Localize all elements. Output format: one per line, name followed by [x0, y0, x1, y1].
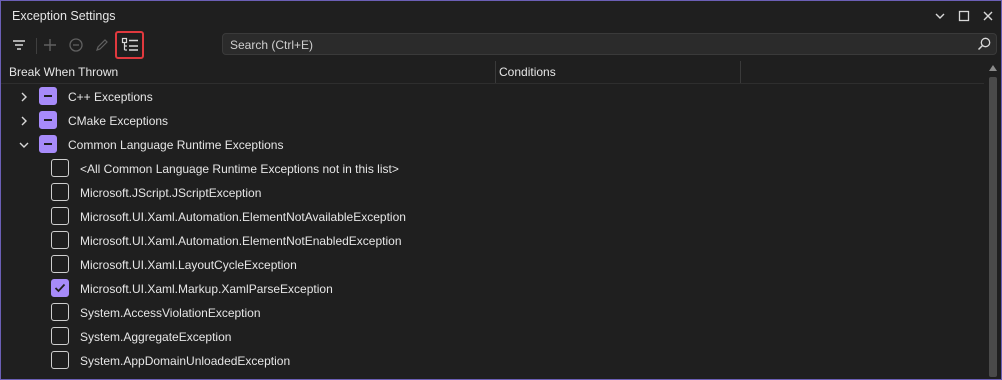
exception-label: Microsoft.UI.Xaml.LayoutCycleException: [80, 258, 297, 272]
column-header: Break When Thrown Conditions: [1, 61, 984, 84]
search-icon[interactable]: [977, 37, 991, 51]
checkmark-icon: [54, 283, 65, 292]
exception-label: <All Common Language Runtime Exceptions …: [80, 162, 399, 176]
exception-checkbox[interactable]: [51, 231, 69, 249]
exception-label: System.AggregateException: [80, 330, 232, 344]
chevron-right-icon[interactable]: [18, 91, 30, 103]
exception-checkbox[interactable]: [51, 303, 69, 321]
exception-checkbox[interactable]: [51, 351, 69, 369]
exception-label: Common Language Runtime Exceptions: [68, 138, 284, 152]
exception-label: Microsoft.UI.Xaml.Markup.XamlParseExcept…: [80, 282, 333, 296]
exception-checkbox[interactable]: [51, 207, 69, 225]
show-only-enabled-icon[interactable]: [115, 31, 144, 59]
column-break-when-thrown[interactable]: Break When Thrown: [9, 65, 118, 79]
exception-label: Microsoft.UI.Xaml.Automation.ElementNotA…: [80, 210, 406, 224]
tree-row[interactable]: Microsoft.UI.Xaml.LayoutCycleException: [1, 253, 984, 277]
exception-label: Microsoft.JScript.JScriptException: [80, 186, 262, 200]
tree-row[interactable]: Microsoft.UI.Xaml.Automation.ElementNotA…: [1, 205, 984, 229]
chevron-down-icon[interactable]: [18, 139, 30, 151]
column-divider[interactable]: [740, 61, 741, 83]
tree-row[interactable]: Microsoft.JScript.JScriptException: [1, 181, 984, 205]
scrollbar-thumb[interactable]: [989, 77, 997, 377]
close-icon[interactable]: [980, 8, 996, 24]
edit-icon[interactable]: [91, 34, 113, 56]
search-input[interactable]: Search (Ctrl+E): [222, 33, 997, 55]
dropdown-chevron-icon[interactable]: [932, 8, 948, 24]
exception-label: System.AccessViolationException: [80, 306, 261, 320]
exception-checkbox[interactable]: [51, 255, 69, 273]
tree-row[interactable]: <All Common Language Runtime Exceptions …: [1, 157, 984, 181]
chevron-right-icon[interactable]: [18, 115, 30, 127]
filter-icon[interactable]: [8, 34, 30, 56]
vertical-scrollbar[interactable]: [985, 61, 1001, 379]
exception-checkbox[interactable]: [39, 111, 57, 129]
exception-checkbox[interactable]: [39, 87, 57, 105]
maximize-icon[interactable]: [956, 8, 972, 24]
tree-row[interactable]: C++ Exceptions: [1, 85, 984, 109]
exception-label: System.AppDomainUnloadedException: [80, 354, 291, 368]
window-title: Exception Settings: [12, 9, 116, 23]
tree-row[interactable]: System.AppDomainUnloadedException: [1, 349, 984, 373]
tree-row[interactable]: CMake Exceptions: [1, 109, 984, 133]
title-bar: Exception Settings: [1, 1, 1001, 31]
add-icon[interactable]: [39, 34, 61, 56]
exception-label: CMake Exceptions: [68, 114, 169, 128]
tree-row[interactable]: System.AggregateException: [1, 325, 984, 349]
exception-label: C++ Exceptions: [68, 90, 153, 104]
tree-row[interactable]: Common Language Runtime Exceptions: [1, 133, 984, 157]
column-divider[interactable]: [495, 61, 496, 83]
tree-row[interactable]: Microsoft.UI.Xaml.Markup.XamlParseExcept…: [1, 277, 984, 301]
column-conditions[interactable]: Conditions: [499, 65, 556, 79]
exception-label: Microsoft.UI.Xaml.Automation.ElementNotE…: [80, 234, 402, 248]
search-placeholder: Search (Ctrl+E): [230, 38, 314, 52]
exception-checkbox[interactable]: [51, 279, 69, 297]
tree-row[interactable]: System.AccessViolationException: [1, 301, 984, 325]
exception-checkbox[interactable]: [51, 327, 69, 345]
tree-row[interactable]: Microsoft.UI.Xaml.Automation.ElementNotE…: [1, 229, 984, 253]
exception-settings-window: Exception Settings Search (Ctrl+E) Break…: [0, 0, 1002, 380]
exception-checkbox[interactable]: [51, 183, 69, 201]
toolbar-separator: [36, 38, 37, 54]
exception-checkbox[interactable]: [51, 159, 69, 177]
remove-icon[interactable]: [65, 34, 87, 56]
exception-checkbox[interactable]: [39, 135, 57, 153]
scroll-up-arrow-icon[interactable]: [989, 65, 997, 71]
